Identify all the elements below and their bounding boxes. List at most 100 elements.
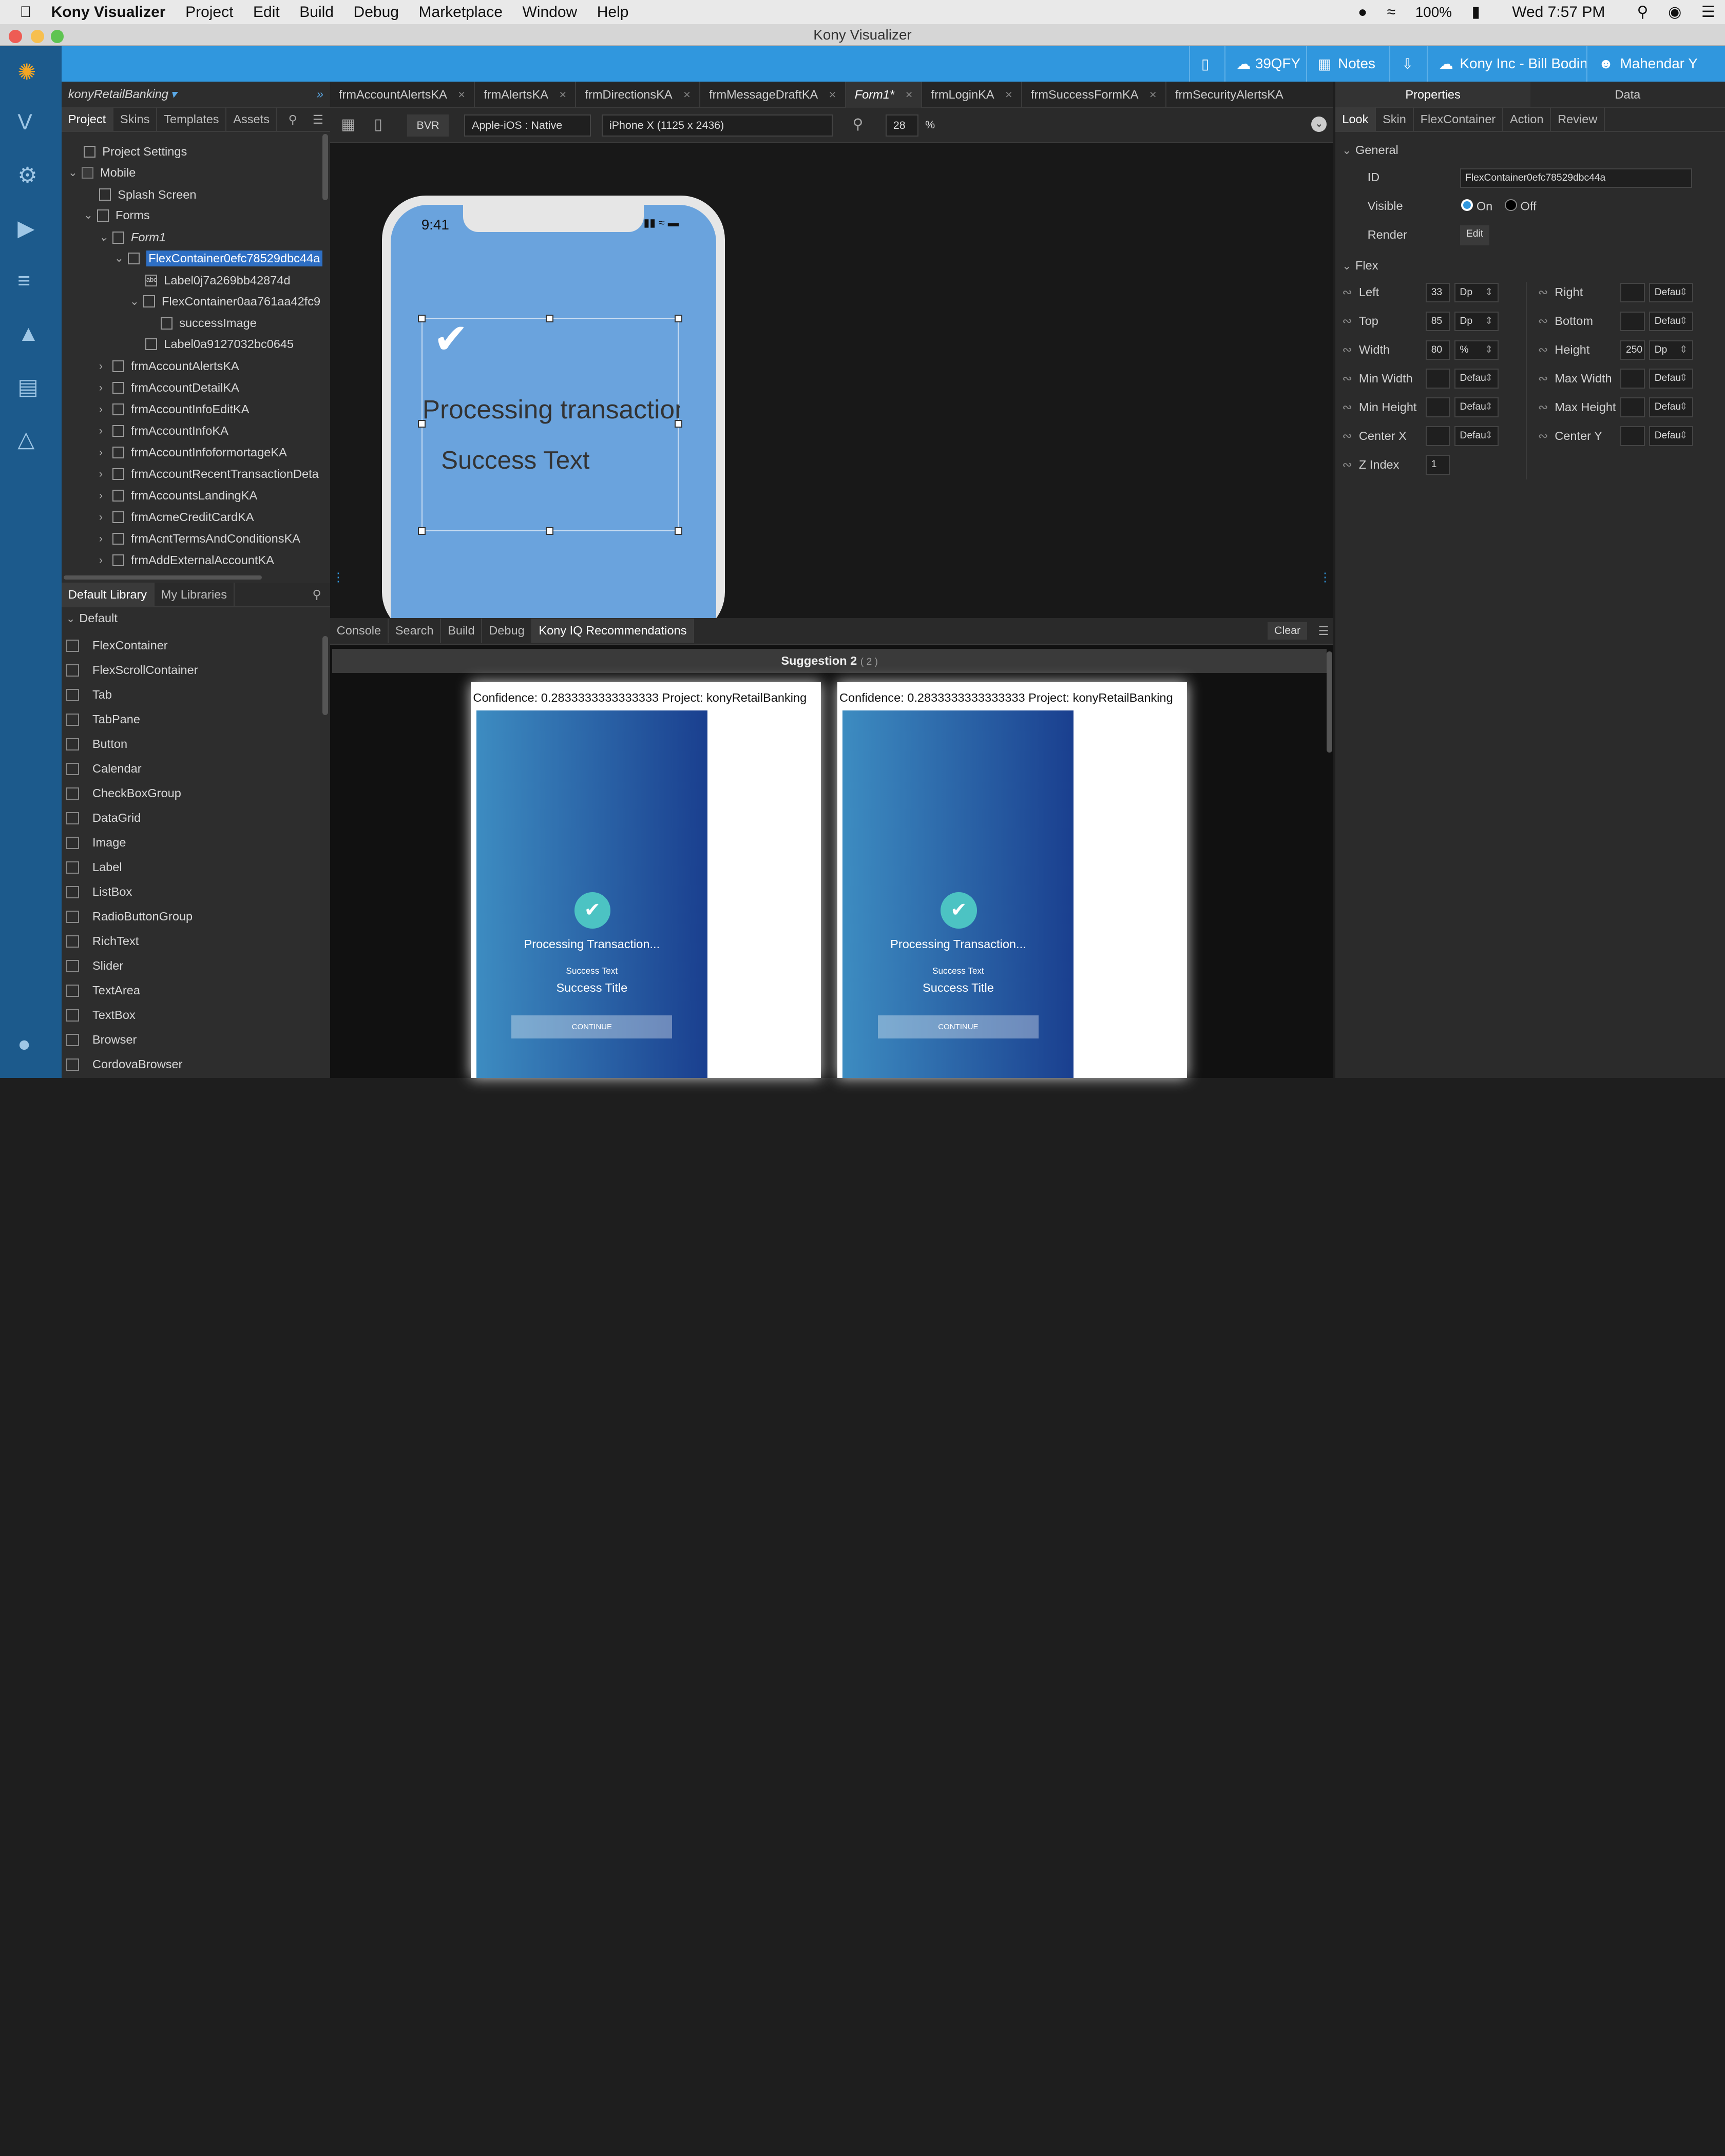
library-group[interactable]: ⌄ Default <box>66 611 118 625</box>
tree-splash[interactable]: Splash Screen <box>99 184 197 206</box>
spotlight-icon[interactable]: ⚲ <box>1637 3 1649 21</box>
apple-icon[interactable]:  <box>20 4 32 21</box>
tree-form-item[interactable]: › frmAddExternalAccountKA <box>99 549 274 571</box>
tab-project[interactable]: Project <box>62 107 114 132</box>
resize-handle[interactable] <box>545 527 553 535</box>
tab-kony-iq[interactable]: Kony IQ Recommendations <box>532 619 695 643</box>
menu-debug[interactable]: Debug <box>354 4 399 21</box>
project-name[interactable]: konyRetailBanking <box>68 87 168 101</box>
subtab-action[interactable]: Action <box>1503 107 1551 132</box>
layout-toggle-icon[interactable]: ▦ <box>341 116 355 133</box>
prop-maxwidth-input[interactable] <box>1620 369 1645 389</box>
menu-marketplace[interactable]: Marketplace <box>419 4 503 21</box>
prop-height-input[interactable]: 250 <box>1620 340 1645 360</box>
subtab-review[interactable]: Review <box>1551 107 1605 132</box>
download-icon[interactable]: ⇩ <box>1389 46 1427 82</box>
prop-right-input[interactable] <box>1620 282 1645 303</box>
library-item[interactable]: Label <box>66 856 122 878</box>
library-item[interactable]: TextBox <box>66 1004 136 1026</box>
prop-width-unit[interactable]: % ⇕ <box>1454 340 1499 360</box>
link-icon[interactable]: ∾ <box>1538 314 1548 328</box>
visible-on-radio[interactable]: On <box>1461 199 1492 213</box>
landscape-icon[interactable]: △ <box>17 427 44 453</box>
device-select[interactable]: iPhone X (1125 x 2436) <box>602 114 833 137</box>
menu-edit[interactable]: Edit <box>253 4 280 21</box>
form-tab[interactable]: frmSecurityAlertsKA <box>1166 82 1292 108</box>
tab-build[interactable]: Build <box>441 619 483 643</box>
tree-form-item[interactable]: › frmAccountInfoEditKA <box>99 398 250 420</box>
link-icon[interactable]: ∾ <box>1538 343 1548 356</box>
prop-left-unit[interactable]: Dp ⇕ <box>1454 282 1499 303</box>
library-item[interactable]: Slider <box>66 955 123 977</box>
form-tab-active[interactable]: Form1* × <box>846 81 923 108</box>
prop-maxwidth-unit[interactable]: Defau ⇕ <box>1649 369 1693 389</box>
tree-form-item[interactable]: › frmAccountsLandingKA <box>99 485 257 507</box>
close-icon[interactable]: × <box>683 82 691 108</box>
form-tab[interactable]: frmAlertsKA × <box>475 81 577 108</box>
tree-form-item[interactable]: › frmAccountRecentTransactionDeta <box>99 463 319 485</box>
processing-label[interactable]: Processing transaction <box>423 394 680 425</box>
chat-icon[interactable]: ● <box>17 1032 44 1058</box>
prop-maxheight-input[interactable] <box>1620 397 1645 417</box>
play-icon[interactable]: ▶ <box>17 216 44 242</box>
maximize-window-button[interactable] <box>50 29 64 43</box>
minimize-window-button[interactable] <box>31 29 44 43</box>
prop-minwidth-unit[interactable]: Defau ⇕ <box>1454 369 1499 389</box>
siri-icon[interactable]: ◉ <box>1668 3 1681 21</box>
tree-form-item[interactable]: › frmAccountDetailKA <box>99 377 239 399</box>
library-item[interactable]: Tab <box>66 684 112 706</box>
prop-centery-input[interactable] <box>1620 426 1645 446</box>
link-icon[interactable]: ∾ <box>1342 372 1352 385</box>
suggestion-card[interactable]: Confidence: 0.2833333333333333 Project: … <box>837 682 1187 1078</box>
library-item[interactable]: TabPane <box>66 708 140 730</box>
library-item[interactable]: RadioButtonGroup <box>66 906 193 928</box>
flex-section[interactable]: ⌄ Flex <box>1342 259 1378 273</box>
link-icon[interactable]: ∾ <box>1538 372 1548 385</box>
close-icon[interactable]: × <box>1149 82 1157 108</box>
render-edit-button[interactable]: Edit <box>1460 225 1490 245</box>
menu-window[interactable]: Window <box>522 4 577 21</box>
link-icon[interactable]: ∾ <box>1342 458 1352 471</box>
link-icon[interactable]: ∾ <box>1342 429 1352 442</box>
menu-build[interactable]: Build <box>299 4 334 21</box>
visualizer-icon[interactable]: V <box>17 110 44 136</box>
bottom-scrollbar[interactable] <box>1327 651 1332 753</box>
library-item[interactable]: DataGrid <box>66 807 141 829</box>
document-icon[interactable]: ▤ <box>17 374 44 400</box>
settings-gear-icon[interactable]: ⚙ <box>17 163 44 189</box>
account-button[interactable]: ☁ Kony Inc - Bill Bodin <box>1427 46 1599 82</box>
menu-project[interactable]: Project <box>185 4 233 21</box>
resize-handle[interactable] <box>418 420 426 428</box>
tree-flex-selected[interactable]: ⌄ FlexContainer0efc78529dbc44a <box>114 247 322 270</box>
tab-skins[interactable]: Skins <box>113 107 158 132</box>
tab-default-library[interactable]: Default Library <box>62 582 155 607</box>
resize-handle[interactable] <box>418 527 426 535</box>
resize-handle[interactable] <box>418 314 426 322</box>
tab-my-libraries[interactable]: My Libraries <box>155 582 235 607</box>
tab-properties[interactable]: Properties <box>1335 81 1530 107</box>
tab-data[interactable]: Data <box>1530 82 1725 107</box>
close-window-button[interactable] <box>9 29 22 43</box>
library-scrollbar[interactable] <box>322 636 328 715</box>
subtab-skin[interactable]: Skin <box>1376 107 1414 132</box>
clock[interactable]: Wed 7:57 PM <box>1512 4 1605 21</box>
zoom-icon[interactable]: ⚲ <box>853 116 863 132</box>
tree-forms[interactable]: ⌄ Forms <box>84 205 150 227</box>
tab-templates[interactable]: Templates <box>157 107 227 132</box>
prop-minheight-unit[interactable]: Defau ⇕ <box>1454 397 1499 417</box>
tree-label1[interactable]: abc Label0j7a269bb42874d <box>145 270 291 292</box>
success-text-label[interactable]: Success Text <box>441 446 589 475</box>
form-tab[interactable]: frmMessageDraftKA × <box>700 81 846 108</box>
splitter-handle-left[interactable]: ⋮ <box>332 570 344 584</box>
prop-bottom-unit[interactable]: Defau ⇕ <box>1649 311 1693 332</box>
prop-width-input[interactable]: 80 <box>1426 340 1450 360</box>
device-frame-icon[interactable]: ▯ <box>374 116 383 133</box>
battery-label[interactable]: 100% <box>1415 4 1452 21</box>
tree-form-item[interactable]: › frmAcntTermsAndConditionsKA <box>99 528 300 550</box>
layout-icon[interactable]: ≡ <box>17 268 44 295</box>
suggestion-card[interactable]: Confidence: 0.2833333333333333 Project: … <box>471 682 821 1078</box>
form-tab[interactable]: frmSuccessFormKA × <box>1022 81 1166 108</box>
mountain-icon[interactable]: ▲ <box>17 321 44 348</box>
prop-maxheight-unit[interactable]: Defau ⇕ <box>1649 397 1693 417</box>
form-tab[interactable]: frmAccountAlertsKA × <box>330 81 475 108</box>
